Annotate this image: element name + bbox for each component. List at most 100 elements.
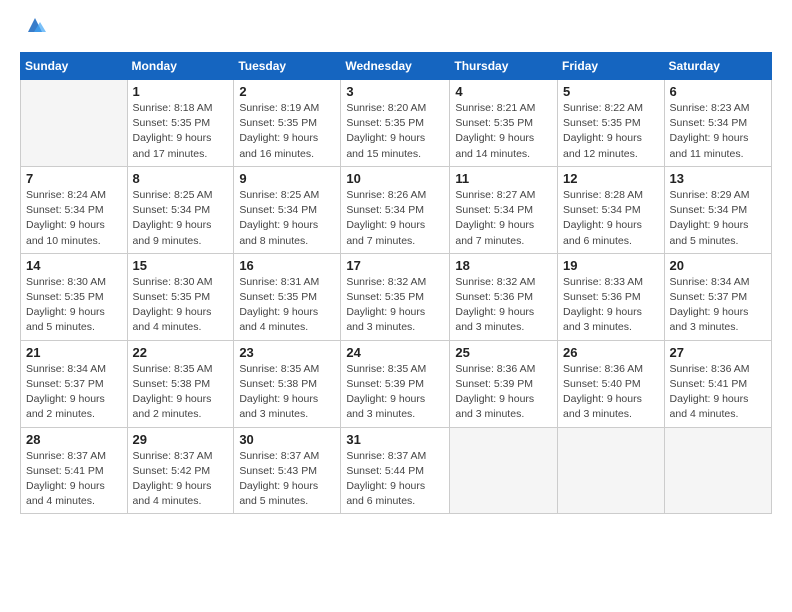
day-info: Sunrise: 8:22 AM Sunset: 5:35 PM Dayligh…	[563, 101, 659, 162]
day-info: Sunrise: 8:29 AM Sunset: 5:34 PM Dayligh…	[670, 188, 766, 249]
calendar-cell: 7 Sunrise: 8:24 AM Sunset: 5:34 PM Daylig…	[21, 166, 128, 253]
calendar-cell: 14 Sunrise: 8:30 AM Sunset: 5:35 PM Dayli…	[21, 253, 128, 340]
calendar-cell: 22 Sunrise: 8:35 AM Sunset: 5:38 PM Dayli…	[127, 340, 234, 427]
day-info: Sunrise: 8:27 AM Sunset: 5:34 PM Dayligh…	[455, 188, 552, 249]
calendar-cell: 10Sunrise: 8:26 AM Sunset: 5:34 PM Dayli…	[341, 166, 450, 253]
calendar-cell: 16 Sunrise: 8:31 AM Sunset: 5:35 PM Dayli…	[234, 253, 341, 340]
day-number: 17	[346, 258, 444, 273]
calendar-cell: 12 Sunrise: 8:28 AM Sunset: 5:34 PM Dayli…	[558, 166, 665, 253]
logo	[20, 18, 46, 40]
day-info: Sunrise: 8:35 AM Sunset: 5:38 PM Dayligh…	[133, 362, 229, 423]
calendar-cell: 28 Sunrise: 8:37 AM Sunset: 5:41 PM Dayli…	[21, 427, 128, 514]
day-info: Sunrise: 8:34 AM Sunset: 5:37 PM Dayligh…	[670, 275, 766, 336]
day-info: Sunrise: 8:25 AM Sunset: 5:34 PM Dayligh…	[133, 188, 229, 249]
day-info: Sunrise: 8:33 AM Sunset: 5:36 PM Dayligh…	[563, 275, 659, 336]
calendar-cell: 15 Sunrise: 8:30 AM Sunset: 5:35 PM Dayli…	[127, 253, 234, 340]
day-info: Sunrise: 8:30 AM Sunset: 5:35 PM Dayligh…	[133, 275, 229, 336]
day-number: 27	[670, 345, 766, 360]
day-number: 3	[346, 84, 444, 99]
day-number: 28	[26, 432, 122, 447]
calendar-cell	[664, 427, 771, 514]
day-info: Sunrise: 8:36 AM Sunset: 5:39 PM Dayligh…	[455, 362, 552, 423]
day-info: Sunrise: 8:34 AM Sunset: 5:37 PM Dayligh…	[26, 362, 122, 423]
day-number: 30	[239, 432, 335, 447]
day-info: Sunrise: 8:32 AM Sunset: 5:35 PM Dayligh…	[346, 275, 444, 336]
day-number: 11	[455, 171, 552, 186]
calendar-week-3: 14 Sunrise: 8:30 AM Sunset: 5:35 PM Dayli…	[21, 253, 772, 340]
calendar-cell: 20Sunrise: 8:34 AM Sunset: 5:37 PM Dayli…	[664, 253, 771, 340]
day-info: Sunrise: 8:19 AM Sunset: 5:35 PM Dayligh…	[239, 101, 335, 162]
calendar-cell: 26 Sunrise: 8:36 AM Sunset: 5:40 PM Dayli…	[558, 340, 665, 427]
weekday-header-saturday: Saturday	[664, 53, 771, 80]
calendar-week-2: 7 Sunrise: 8:24 AM Sunset: 5:34 PM Daylig…	[21, 166, 772, 253]
day-number: 4	[455, 84, 552, 99]
calendar-cell: 8 Sunrise: 8:25 AM Sunset: 5:34 PM Daylig…	[127, 166, 234, 253]
day-number: 16	[239, 258, 335, 273]
calendar-cell	[450, 427, 558, 514]
day-number: 14	[26, 258, 122, 273]
day-info: Sunrise: 8:35 AM Sunset: 5:39 PM Dayligh…	[346, 362, 444, 423]
day-number: 8	[133, 171, 229, 186]
calendar-cell: 23 Sunrise: 8:35 AM Sunset: 5:38 PM Dayli…	[234, 340, 341, 427]
weekday-header-thursday: Thursday	[450, 53, 558, 80]
weekday-header-tuesday: Tuesday	[234, 53, 341, 80]
calendar-cell: 17 Sunrise: 8:32 AM Sunset: 5:35 PM Dayli…	[341, 253, 450, 340]
logo-icon	[24, 14, 46, 36]
day-info: Sunrise: 8:37 AM Sunset: 5:41 PM Dayligh…	[26, 449, 122, 510]
day-info: Sunrise: 8:37 AM Sunset: 5:43 PM Dayligh…	[239, 449, 335, 510]
calendar-table: SundayMondayTuesdayWednesdayThursdayFrid…	[20, 52, 772, 514]
day-number: 29	[133, 432, 229, 447]
calendar-cell: 11 Sunrise: 8:27 AM Sunset: 5:34 PM Dayli…	[450, 166, 558, 253]
day-number: 2	[239, 84, 335, 99]
day-info: Sunrise: 8:36 AM Sunset: 5:41 PM Dayligh…	[670, 362, 766, 423]
day-number: 12	[563, 171, 659, 186]
day-number: 15	[133, 258, 229, 273]
day-number: 5	[563, 84, 659, 99]
calendar-cell: 31Sunrise: 8:37 AM Sunset: 5:44 PM Dayli…	[341, 427, 450, 514]
day-number: 9	[239, 171, 335, 186]
day-info: Sunrise: 8:30 AM Sunset: 5:35 PM Dayligh…	[26, 275, 122, 336]
day-info: Sunrise: 8:28 AM Sunset: 5:34 PM Dayligh…	[563, 188, 659, 249]
day-info: Sunrise: 8:37 AM Sunset: 5:44 PM Dayligh…	[346, 449, 444, 510]
day-number: 7	[26, 171, 122, 186]
header	[20, 18, 772, 40]
weekday-header-monday: Monday	[127, 53, 234, 80]
calendar-cell: 1 Sunrise: 8:18 AM Sunset: 5:35 PM Daylig…	[127, 80, 234, 167]
day-info: Sunrise: 8:20 AM Sunset: 5:35 PM Dayligh…	[346, 101, 444, 162]
day-info: Sunrise: 8:24 AM Sunset: 5:34 PM Dayligh…	[26, 188, 122, 249]
day-info: Sunrise: 8:36 AM Sunset: 5:40 PM Dayligh…	[563, 362, 659, 423]
day-number: 19	[563, 258, 659, 273]
calendar-cell: 4Sunrise: 8:21 AM Sunset: 5:35 PM Daylig…	[450, 80, 558, 167]
calendar-cell: 21Sunrise: 8:34 AM Sunset: 5:37 PM Dayli…	[21, 340, 128, 427]
day-info: Sunrise: 8:32 AM Sunset: 5:36 PM Dayligh…	[455, 275, 552, 336]
day-info: Sunrise: 8:35 AM Sunset: 5:38 PM Dayligh…	[239, 362, 335, 423]
day-number: 22	[133, 345, 229, 360]
day-info: Sunrise: 8:25 AM Sunset: 5:34 PM Dayligh…	[239, 188, 335, 249]
calendar-week-1: 1 Sunrise: 8:18 AM Sunset: 5:35 PM Daylig…	[21, 80, 772, 167]
calendar-cell: 24 Sunrise: 8:35 AM Sunset: 5:39 PM Dayli…	[341, 340, 450, 427]
day-number: 1	[133, 84, 229, 99]
day-info: Sunrise: 8:31 AM Sunset: 5:35 PM Dayligh…	[239, 275, 335, 336]
day-info: Sunrise: 8:23 AM Sunset: 5:34 PM Dayligh…	[670, 101, 766, 162]
calendar-cell: 5 Sunrise: 8:22 AM Sunset: 5:35 PM Daylig…	[558, 80, 665, 167]
calendar-cell: 6 Sunrise: 8:23 AM Sunset: 5:34 PM Daylig…	[664, 80, 771, 167]
day-number: 25	[455, 345, 552, 360]
day-number: 23	[239, 345, 335, 360]
page: SundayMondayTuesdayWednesdayThursdayFrid…	[0, 0, 792, 612]
calendar-cell: 9 Sunrise: 8:25 AM Sunset: 5:34 PM Daylig…	[234, 166, 341, 253]
day-number: 24	[346, 345, 444, 360]
weekday-header-friday: Friday	[558, 53, 665, 80]
weekday-header-wednesday: Wednesday	[341, 53, 450, 80]
day-number: 10	[346, 171, 444, 186]
calendar-cell	[558, 427, 665, 514]
day-number: 13	[670, 171, 766, 186]
day-number: 6	[670, 84, 766, 99]
calendar-cell: 3 Sunrise: 8:20 AM Sunset: 5:35 PM Daylig…	[341, 80, 450, 167]
calendar-cell: 30 Sunrise: 8:37 AM Sunset: 5:43 PM Dayli…	[234, 427, 341, 514]
calendar-week-4: 21Sunrise: 8:34 AM Sunset: 5:37 PM Dayli…	[21, 340, 772, 427]
day-info: Sunrise: 8:18 AM Sunset: 5:35 PM Dayligh…	[133, 101, 229, 162]
calendar-cell: 18Sunrise: 8:32 AM Sunset: 5:36 PM Dayli…	[450, 253, 558, 340]
calendar-cell: 29Sunrise: 8:37 AM Sunset: 5:42 PM Dayli…	[127, 427, 234, 514]
day-number: 26	[563, 345, 659, 360]
calendar-cell: 13 Sunrise: 8:29 AM Sunset: 5:34 PM Dayli…	[664, 166, 771, 253]
